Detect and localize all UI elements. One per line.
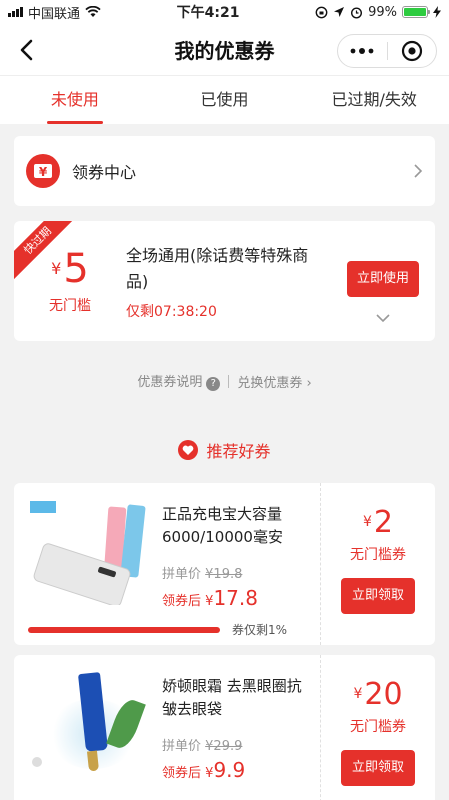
charging-icon	[433, 6, 441, 18]
coupon-links: 优惠券说明? 兑换优惠券 ›	[0, 341, 449, 421]
group-price: ¥29.9	[205, 739, 243, 754]
battery-icon	[402, 6, 430, 18]
page-title: 我的优惠券	[174, 39, 275, 63]
coupon-description: 全场通用(除话费等特殊商品)	[126, 246, 309, 291]
coupon-currency: ¥	[51, 259, 62, 278]
product-name: 娇顿眼霜 去黑眼圈抗皱去眼袋	[162, 677, 302, 718]
coupon-stock-progress	[28, 627, 221, 633]
coupon-countdown: 仅剩07:38:20	[126, 304, 217, 320]
product-coupon-amount: 20	[364, 677, 403, 712]
links-divider	[228, 374, 230, 388]
coupon-tabs: 未使用 已使用 已过期/失效	[0, 76, 449, 124]
product-image-eye-cream	[28, 669, 150, 777]
more-dots-icon	[350, 48, 374, 54]
coupon-card: 快过期 ¥5 无门槛 全场通用(除话费等特殊商品) 仅剩07:38:20 立即使…	[14, 221, 435, 341]
chevron-down-icon[interactable]	[375, 313, 391, 323]
coupon-amount: 5	[63, 246, 89, 292]
chevron-right-icon	[414, 164, 423, 178]
group-price-label: 拼单价	[162, 739, 202, 754]
coupon-explanation-link[interactable]: 优惠券说明?	[137, 371, 221, 391]
product-coupon-currency: ¥	[362, 514, 372, 530]
signal-icon	[8, 7, 23, 17]
miniprogram-capsule	[337, 34, 437, 68]
coupon-explanation-label: 优惠券说明	[137, 375, 203, 390]
product-coupon-currency: ¥	[353, 686, 363, 702]
more-button[interactable]	[338, 35, 387, 67]
product-image-power-bank	[28, 497, 150, 605]
wifi-icon	[85, 6, 101, 17]
claim-coupon-button[interactable]: 立即领取	[341, 750, 415, 786]
close-miniprogram-button[interactable]	[388, 35, 437, 67]
exchange-coupon-link[interactable]: 兑换优惠券 ›	[237, 372, 311, 391]
tab-unused[interactable]: 未使用	[0, 76, 150, 124]
group-price: ¥19.8	[205, 567, 243, 582]
chevron-left-icon	[20, 39, 33, 61]
recommend-header: 推荐好券	[0, 421, 449, 479]
after-coupon-price: 17.8	[213, 586, 258, 610]
chevron-right-small-icon: ›	[306, 375, 312, 391]
coupon-info: 全场通用(除话费等特殊商品) 仅剩07:38:20	[126, 221, 331, 341]
group-price-label: 拼单价	[162, 567, 202, 582]
product-coupon-condition: 无门槛券	[350, 719, 406, 735]
product-card[interactable]: 娇顿眼霜 去黑眼圈抗皱去眼袋 拼单价 ¥29.9 领券后 ¥9.9 ¥20 无门…	[14, 655, 435, 800]
question-icon: ?	[206, 377, 221, 391]
claim-coupon-button[interactable]: 立即领取	[341, 578, 415, 614]
after-coupon-label: 领券后	[162, 766, 202, 781]
navigation-bar: 我的优惠券	[0, 24, 449, 76]
heart-icon	[178, 440, 199, 460]
use-now-button[interactable]: 立即使用	[346, 261, 419, 297]
product-coupon-amount: 2	[373, 505, 393, 540]
status-bar: 中国联通 下午4:21 99%	[0, 0, 449, 24]
target-icon	[401, 40, 422, 62]
status-time: 下午4:21	[176, 5, 240, 21]
coupon-condition: 无门槛	[49, 298, 91, 314]
battery-percent: 99%	[368, 4, 397, 20]
rotation-lock-icon	[315, 6, 328, 18]
alarm-icon	[351, 6, 363, 19]
ticket-icon: ¥	[26, 154, 60, 188]
coupon-action: 立即使用	[331, 221, 435, 341]
location-icon	[334, 7, 345, 17]
coupon-center-label: 领券中心	[72, 163, 137, 182]
product-coupon-condition: 无门槛券	[350, 547, 406, 563]
product-card[interactable]: 正品充电宝大容量6000/10000毫安 拼单价 ¥19.8 领券后 ¥17.8…	[14, 483, 435, 645]
after-coupon-label: 领券后	[162, 594, 202, 609]
back-button[interactable]	[12, 36, 40, 64]
ticket-icon-symbol: ¥	[38, 164, 48, 179]
after-coupon-price: 9.9	[213, 758, 246, 782]
exchange-coupon-label: 兑换优惠券	[237, 375, 303, 391]
tab-expired[interactable]: 已过期/失效	[299, 76, 449, 124]
product-name: 正品充电宝大容量6000/10000毫安	[162, 505, 283, 546]
coupon-center-entry[interactable]: ¥ 领券中心	[14, 136, 435, 206]
carrier-name: 中国联通	[28, 6, 81, 22]
tab-used[interactable]: 已使用	[150, 76, 300, 124]
recommend-title: 推荐好券	[206, 442, 271, 461]
coupon-stock-text: 券仅剩1%	[232, 623, 288, 637]
